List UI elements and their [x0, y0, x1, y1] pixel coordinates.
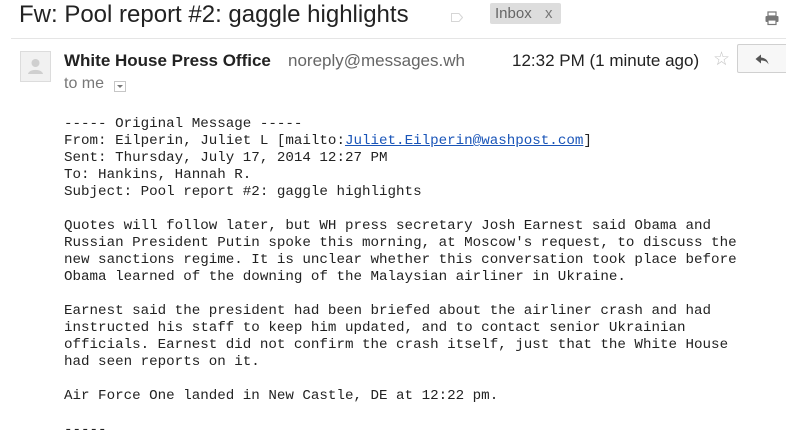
print-icon[interactable] [764, 10, 780, 26]
sender-name[interactable]: White House Press Office [64, 51, 271, 71]
subject-line: Subject: Pool report #2: gaggle highligh… [64, 184, 422, 200]
inbox-label-text: Inbox [495, 5, 532, 22]
from-suffix: ] [583, 133, 592, 149]
message-timestamp: 12:32 PM (1 minute ago) [512, 51, 700, 70]
paragraph-1-line: Russian President Putin spoke this morni… [64, 235, 737, 251]
avatar-icon [28, 59, 43, 74]
sender-avatar [20, 51, 51, 82]
paragraph-3: Air Force One landed in New Castle, DE a… [64, 388, 499, 404]
paragraph-1-line: Quotes will follow later, but WH press s… [64, 218, 712, 234]
footer-separator: ----- [64, 422, 107, 438]
paragraph-2-line: Earnest said the president had been brie… [64, 303, 712, 319]
recipient-line: to me [64, 75, 105, 92]
paragraph-2-line: instructed his staff to keep him updated… [64, 320, 686, 336]
message-body: ----- Original Message ----- From: Eilpe… [64, 116, 784, 439]
paragraph-2-line: officials. Earnest did not confirm the c… [64, 337, 729, 353]
to-line: To: Hankins, Hannah R. [64, 167, 252, 183]
paragraph-1-line: new sanctions regime. It is unclear whet… [64, 252, 737, 268]
paragraph-2-line: had seen reports on it. [64, 354, 260, 370]
sent-line: Sent: Thursday, July 17, 2014 12:27 PM [64, 150, 388, 166]
show-details-dropdown[interactable] [114, 81, 126, 92]
email-subject: Fw: Pool report #2: gaggle highlights [19, 1, 409, 28]
header-divider [11, 38, 786, 39]
from-prefix: From: Eilperin, Juliet L [mailto: [64, 133, 345, 149]
reply-button[interactable] [737, 44, 786, 73]
star-icon[interactable]: ☆ [713, 50, 730, 70]
sender-email: noreply@messages.wh [288, 51, 465, 70]
remove-label-button[interactable]: x [545, 5, 553, 22]
from-line: From: Eilperin, Juliet L [mailto:Juliet.… [64, 133, 784, 150]
original-message-header: ----- Original Message ----- [64, 116, 303, 132]
reply-icon [755, 54, 769, 65]
paragraph-1-line: Obama learned of the downing of the Mala… [64, 269, 626, 285]
inbox-label-chip: Inbox x [490, 3, 561, 24]
from-email-link[interactable]: Juliet.Eilperin@washpost.com [345, 133, 583, 149]
label-tag-icon[interactable] [451, 13, 463, 22]
